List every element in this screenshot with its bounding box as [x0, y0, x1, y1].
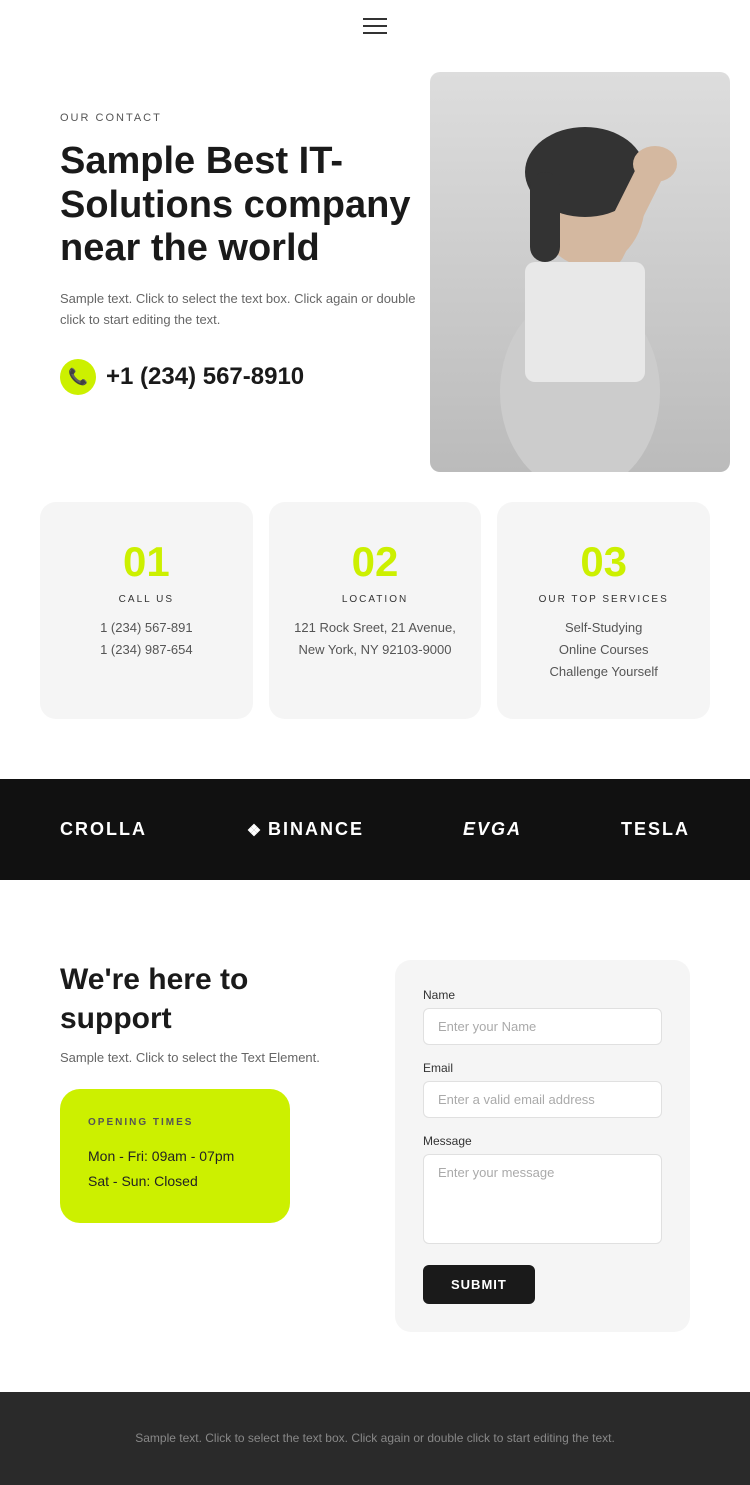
- brand-evga: EVGA: [463, 819, 522, 840]
- form-email-group: Email: [423, 1061, 662, 1118]
- hero-description: Sample text. Click to select the text bo…: [60, 289, 440, 331]
- phone-icon: 📞: [60, 359, 96, 395]
- brand-crolla: CROLLA: [60, 819, 147, 840]
- hero-tag: OUR CONTACT: [60, 112, 440, 124]
- card-services: 03 OUR TOP SERVICES Self-StudyingOnline …: [497, 502, 710, 719]
- hero-image-area: [410, 52, 750, 472]
- phone-number: +1 (234) 567-8910: [106, 363, 304, 391]
- hero-section: OUR CONTACT Sample Best IT-Solutions com…: [0, 52, 750, 472]
- email-input[interactable]: [423, 1081, 662, 1118]
- card-number-3: 03: [521, 538, 686, 586]
- brand-tesla: TESLA: [621, 819, 690, 840]
- email-label: Email: [423, 1061, 662, 1075]
- card-location: 02 LOCATION 121 Rock Sreet, 21 Avenue,Ne…: [269, 502, 482, 719]
- support-right: Name Email Message SUBMIT: [395, 960, 690, 1332]
- name-label: Name: [423, 988, 662, 1002]
- footer-text: Sample text. Click to select the text bo…: [60, 1428, 690, 1448]
- footer: Sample text. Click to select the text bo…: [0, 1392, 750, 1484]
- brand-binance: BINANCE: [246, 819, 364, 840]
- support-left: We're here to support Sample text. Click…: [60, 960, 355, 1222]
- support-description: Sample text. Click to select the Text El…: [60, 1050, 355, 1065]
- form-message-group: Message: [423, 1134, 662, 1249]
- opening-times-box: OPENING TIMES Mon - Fri: 09am - 07pm Sat…: [60, 1089, 290, 1222]
- card-text-1: 1 (234) 567-8911 (234) 987-654: [64, 617, 229, 661]
- card-label-3: OUR TOP SERVICES: [521, 594, 686, 605]
- card-label-1: CALL US: [64, 594, 229, 605]
- navigation: [0, 0, 750, 52]
- card-call-us: 01 CALL US 1 (234) 567-8911 (234) 987-65…: [40, 502, 253, 719]
- hero-phone: 📞 +1 (234) 567-8910: [60, 359, 440, 395]
- card-number-2: 02: [293, 538, 458, 586]
- name-input[interactable]: [423, 1008, 662, 1045]
- message-label: Message: [423, 1134, 662, 1148]
- brands-section: CROLLA BINANCE EVGA TESLA: [0, 779, 750, 880]
- message-input[interactable]: [423, 1154, 662, 1244]
- cards-section: 01 CALL US 1 (234) 567-8911 (234) 987-65…: [0, 472, 750, 779]
- card-label-2: LOCATION: [293, 594, 458, 605]
- support-section: We're here to support Sample text. Click…: [0, 880, 750, 1392]
- support-title: We're here to support: [60, 960, 355, 1038]
- card-text-2: 121 Rock Sreet, 21 Avenue,New York, NY 9…: [293, 617, 458, 661]
- hero-content: OUR CONTACT Sample Best IT-Solutions com…: [60, 112, 440, 395]
- card-text-3: Self-StudyingOnline CoursesChallenge You…: [521, 617, 686, 683]
- opening-label: OPENING TIMES: [88, 1117, 262, 1128]
- hero-person-image: [430, 72, 730, 472]
- contact-form: Name Email Message SUBMIT: [395, 960, 690, 1332]
- card-number-1: 01: [64, 538, 229, 586]
- opening-weekdays: Mon - Fri: 09am - 07pm Sat - Sun: Closed: [88, 1144, 262, 1194]
- hero-title: Sample Best IT-Solutions company near th…: [60, 140, 440, 271]
- hamburger-menu[interactable]: [363, 18, 387, 34]
- form-name-group: Name: [423, 988, 662, 1045]
- submit-button[interactable]: SUBMIT: [423, 1265, 535, 1304]
